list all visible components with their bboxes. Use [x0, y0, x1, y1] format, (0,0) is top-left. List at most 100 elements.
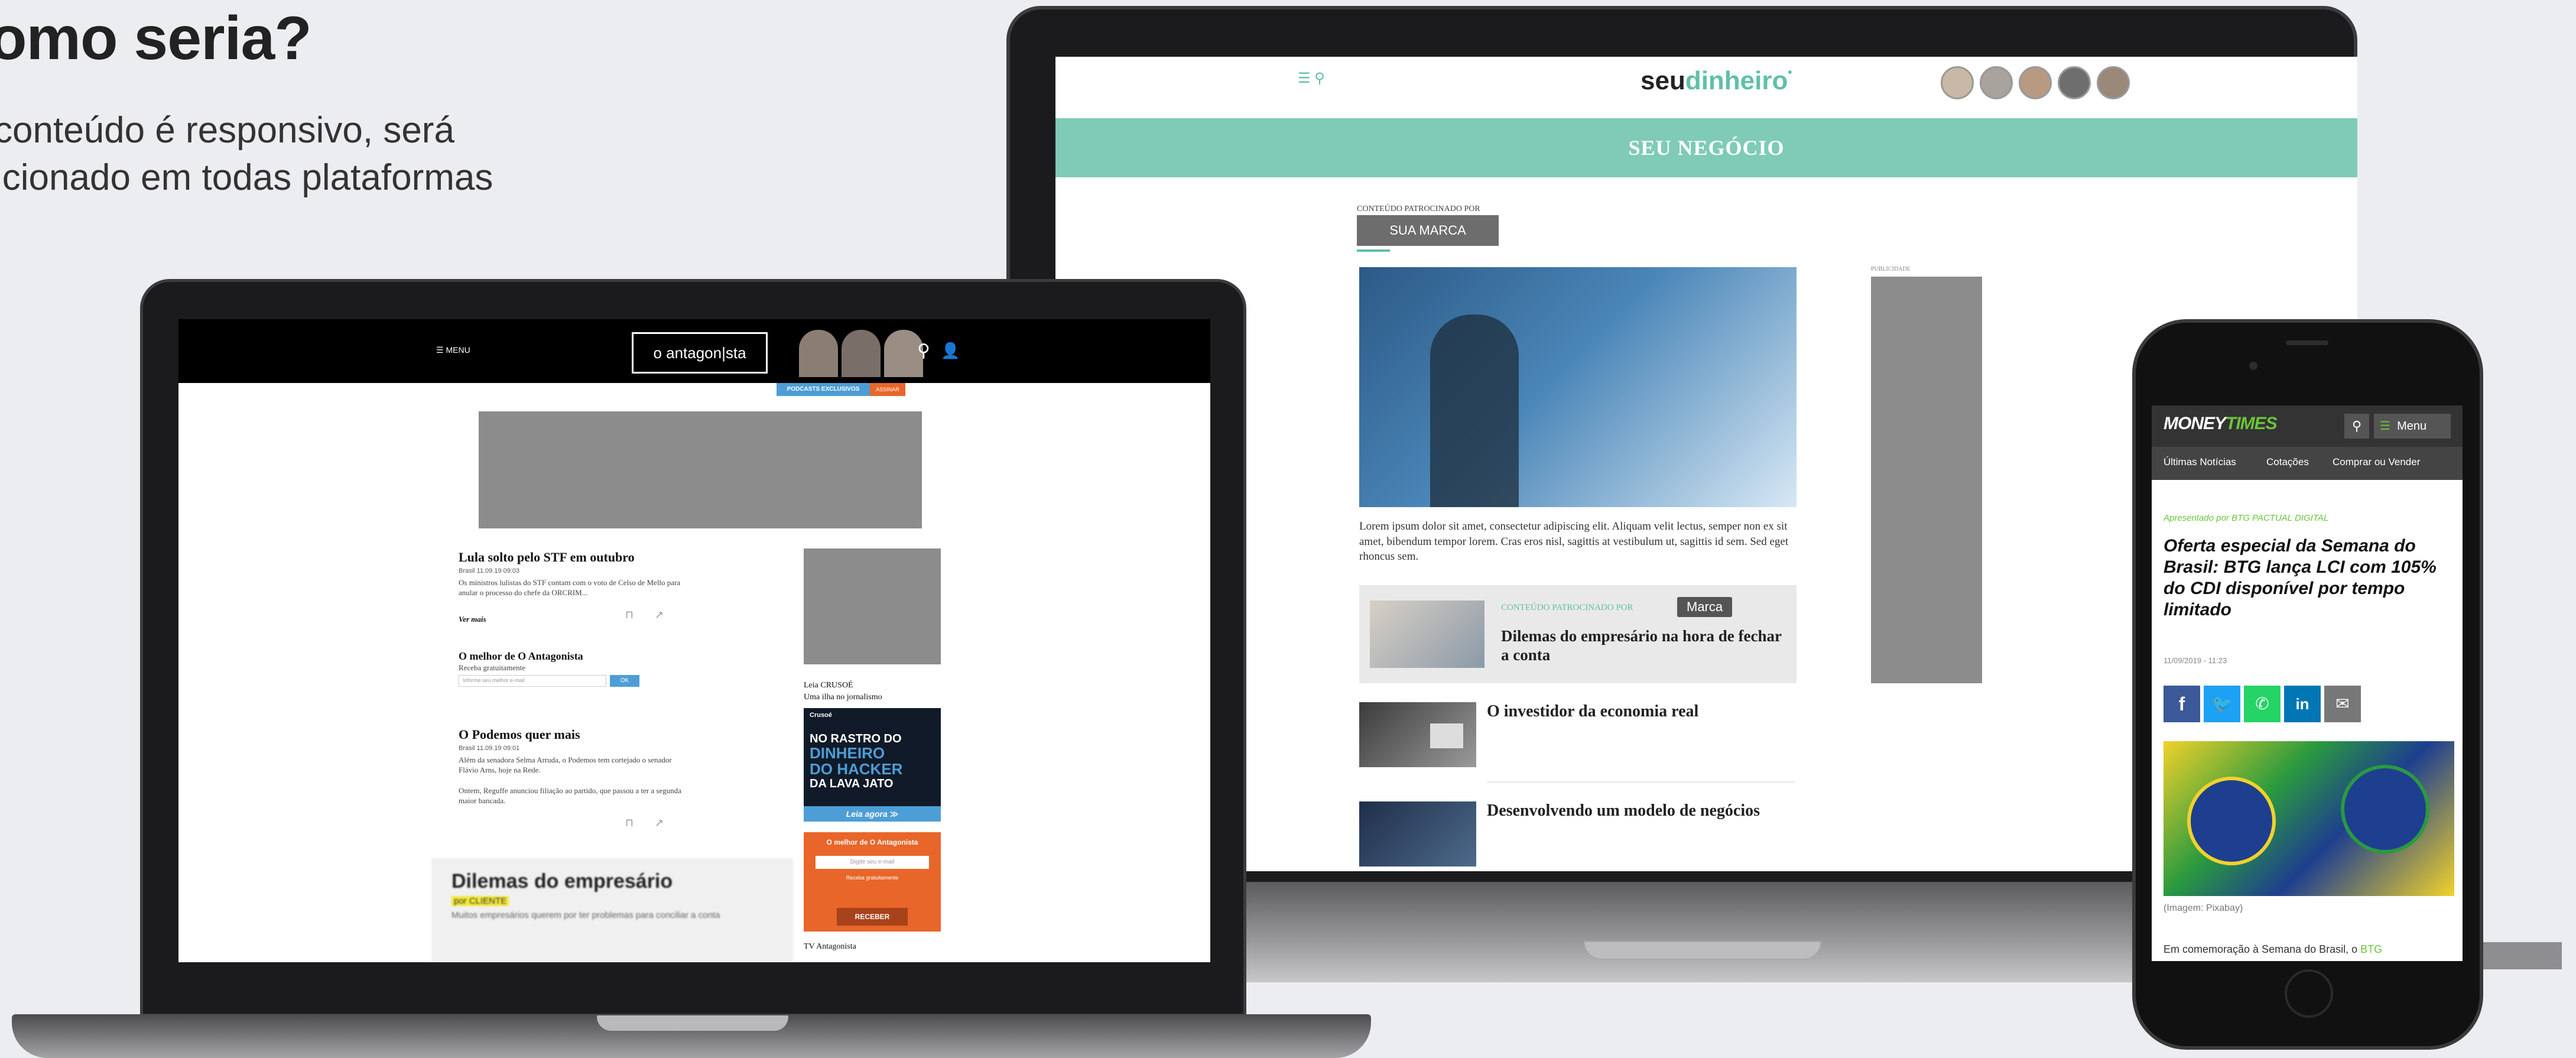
promo-title: Dilemas do empresário	[451, 870, 673, 893]
share-buttons: f 🐦 ✆ in ✉	[2164, 686, 2361, 722]
twitter-icon[interactable]: 🐦	[2204, 686, 2240, 722]
phone-speaker	[2286, 340, 2328, 345]
slide-subtitle-line2: icionado em todas plataformas	[0, 157, 493, 198]
bill-image	[1430, 723, 1463, 748]
divider	[1487, 781, 1795, 783]
email-icon[interactable]: ✉	[2324, 686, 2361, 722]
avatar[interactable]	[2019, 66, 2052, 99]
share-icon[interactable]: ↗	[655, 609, 664, 621]
btg-link[interactable]: BTG	[2360, 943, 2382, 955]
facebook-icon[interactable]: f	[2164, 686, 2200, 722]
sponsored-card[interactable]: CONTEÚDO PATROCINADO POR Marca Dilemas d…	[1359, 585, 1797, 683]
newsletter-title: O melhor de O Antagonista	[459, 650, 583, 662]
promo-tag: por CLIENTE	[451, 896, 509, 906]
article-meta: Brasil 11.09.19 09:01	[459, 745, 520, 752]
menu-button[interactable]: ☰ Menu	[2374, 414, 2451, 439]
side-label: Uma ilha no jornalismo	[804, 693, 882, 702]
article-title[interactable]: O Podemos quer mais	[459, 727, 580, 742]
side-newsletter-input[interactable]: Digite seu e-mail	[816, 856, 929, 869]
crusoe-cta[interactable]: Leia agora ≫	[804, 806, 941, 822]
side-newsletter-title: O melhor de O Antagonista	[826, 838, 918, 846]
linkedin-icon[interactable]: in	[2284, 686, 2321, 722]
crusoe-brand: Crusoé	[810, 712, 832, 719]
flag-globe	[2187, 777, 2276, 865]
sponsored-promo[interactable]: Dilemas do empresário por CLIENTE Muitos…	[431, 858, 793, 962]
phone-home-button[interactable]	[2285, 969, 2333, 1018]
article-snippet: Além da senadora Selma Arruda, o Podemos…	[459, 755, 672, 774]
nav-item-ultimas[interactable]: Últimas Notícias	[2164, 456, 2236, 468]
card-image	[1370, 601, 1484, 668]
mt-nav: Últimas Notícias Cotações Comprar ou Ven…	[2152, 447, 2463, 480]
side-label: Leia CRUSOÉ	[804, 681, 853, 690]
article-snippet: Ontem, Reguffe anunciou filiação ao part…	[459, 786, 681, 805]
slide-subtitle-line1: conteúdo é responsivo, será	[0, 110, 454, 151]
menu-button[interactable]: ☰ MENU	[436, 345, 470, 355]
avatar[interactable]	[1980, 66, 2013, 99]
newsletter-subtitle: Receba gratuitamente	[459, 663, 525, 672]
article-image[interactable]	[2164, 741, 2454, 896]
share-icon[interactable]: ↗	[655, 817, 664, 829]
article-date: 11/09/2019 - 11:23	[2164, 656, 2227, 665]
seudinheiro-logo[interactable]: seudinheiro•	[1641, 66, 1792, 96]
card-title[interactable]: Dilemas do empresário na hora de fechar …	[1501, 627, 1785, 665]
antagonista-screen: ☰ MENU o antagon|sta PODCASTS EXCLUSIVOS…	[178, 319, 1210, 962]
presented-by[interactable]: Apresentado por BTG PACTUAL DIGITAL	[2164, 513, 2328, 523]
flag-globe	[2341, 765, 2429, 853]
user-icon[interactable]: 👤	[941, 342, 960, 360]
podcast-subscribe[interactable]: ASSINAR	[870, 383, 905, 396]
ad-slot[interactable]	[1871, 277, 1982, 683]
tv-label: TV Antagonista	[804, 942, 856, 951]
avatar[interactable]	[2058, 66, 2091, 99]
ad-label: PUBLICIDADE	[1871, 266, 1911, 272]
side-newsletter-subtitle: Receba gratuitamente	[846, 875, 899, 881]
side-newsletter: O melhor de O Antagonista Digite seu e-m…	[804, 832, 941, 932]
read-more-link[interactable]: Ver mais	[459, 615, 486, 624]
promo-text: Muitos empresários querem por ter proble…	[451, 910, 720, 920]
avatar[interactable]	[799, 330, 838, 377]
whatsapp-icon[interactable]: ✆	[2244, 686, 2281, 722]
top-ad-slot[interactable]	[479, 411, 922, 528]
crusoe-headline: NO RASTRO DO DINHEIRO DO HACKER DA LAVA …	[810, 732, 903, 790]
divider	[1357, 249, 1390, 252]
antagonista-logo[interactable]: o antagon|sta	[632, 332, 768, 374]
podcast-avatars[interactable]	[799, 330, 923, 377]
item-image[interactable]	[1359, 702, 1476, 767]
crusoe-cover[interactable]: Crusoé NO RASTRO DO DINHEIRO DO HACKER D…	[804, 708, 941, 822]
moneytimes-logo[interactable]: MONEYTIMES	[2164, 414, 2278, 434]
moneytimes-screen: MONEYTIMES ⚲ ☰ Menu Últimas Notícias Cot…	[2152, 405, 2463, 961]
card-brand-badge[interactable]: Marca	[1677, 597, 1733, 617]
side-ad-slot[interactable]	[804, 549, 941, 664]
card-sponsored-label: CONTEÚDO PATROCINADO POR	[1501, 603, 1633, 612]
avatar[interactable]	[2097, 66, 2130, 99]
bookmark-icon[interactable]: ⊓	[625, 817, 634, 829]
article-title-modelo[interactable]: Desenvolvendo um modelo de negócios	[1487, 801, 1760, 820]
article-title-investidor[interactable]: O investidor da economia real	[1487, 702, 1698, 721]
columnist-avatars[interactable]	[1941, 66, 2130, 99]
newsletter-email-input[interactable]: Informe seu melhor e-mail	[459, 675, 606, 687]
podcast-banner[interactable]: PODCASTS EXCLUSIVOS	[777, 383, 870, 396]
hero-image[interactable]	[1359, 267, 1797, 507]
section-banner: SEU NEGÓCIO	[1055, 118, 2357, 177]
hamburger-icon: ☰	[2380, 420, 2390, 433]
search-icon[interactable]: ⚲	[917, 340, 930, 361]
brand-button[interactable]: SUA MARCA	[1357, 215, 1499, 246]
article-meta: Brasil 11.09.19 09:03	[459, 567, 520, 575]
article-snippet: Os ministros lulistas do STF contam com …	[459, 578, 681, 597]
nav-item-comprar[interactable]: Comprar ou Vender	[2333, 456, 2420, 468]
large-laptop-notch	[1584, 941, 1821, 960]
avatar[interactable]	[842, 330, 881, 377]
nav-item-cotacoes[interactable]: Cotações	[2266, 456, 2309, 468]
article-title: Oferta especial da Semana do Brasil: BTG…	[2164, 536, 2437, 619]
body-text: Lorem ipsum dolor sit amet, consectetur …	[1359, 520, 1789, 563]
item-image[interactable]	[1359, 801, 1476, 866]
side-newsletter-button[interactable]: RECEBER	[837, 908, 908, 926]
bookmark-icon[interactable]: ⊓	[625, 609, 634, 621]
sponsored-label: CONTEÚDO PATROCINADO POR	[1357, 205, 1480, 213]
avatar[interactable]	[1941, 66, 1974, 99]
article-title[interactable]: Lula solto pelo STF em outubro	[459, 550, 635, 565]
image-caption: (Imagem: Pixabay)	[2164, 903, 2243, 913]
search-button[interactable]: ⚲	[2344, 414, 2369, 439]
menu-search-icon[interactable]: ☰ ⚲	[1298, 70, 1325, 87]
article-body: Em comemoração à Semana do Brasil, o BTG	[2164, 943, 2383, 955]
newsletter-ok-button[interactable]: OK	[610, 675, 639, 687]
